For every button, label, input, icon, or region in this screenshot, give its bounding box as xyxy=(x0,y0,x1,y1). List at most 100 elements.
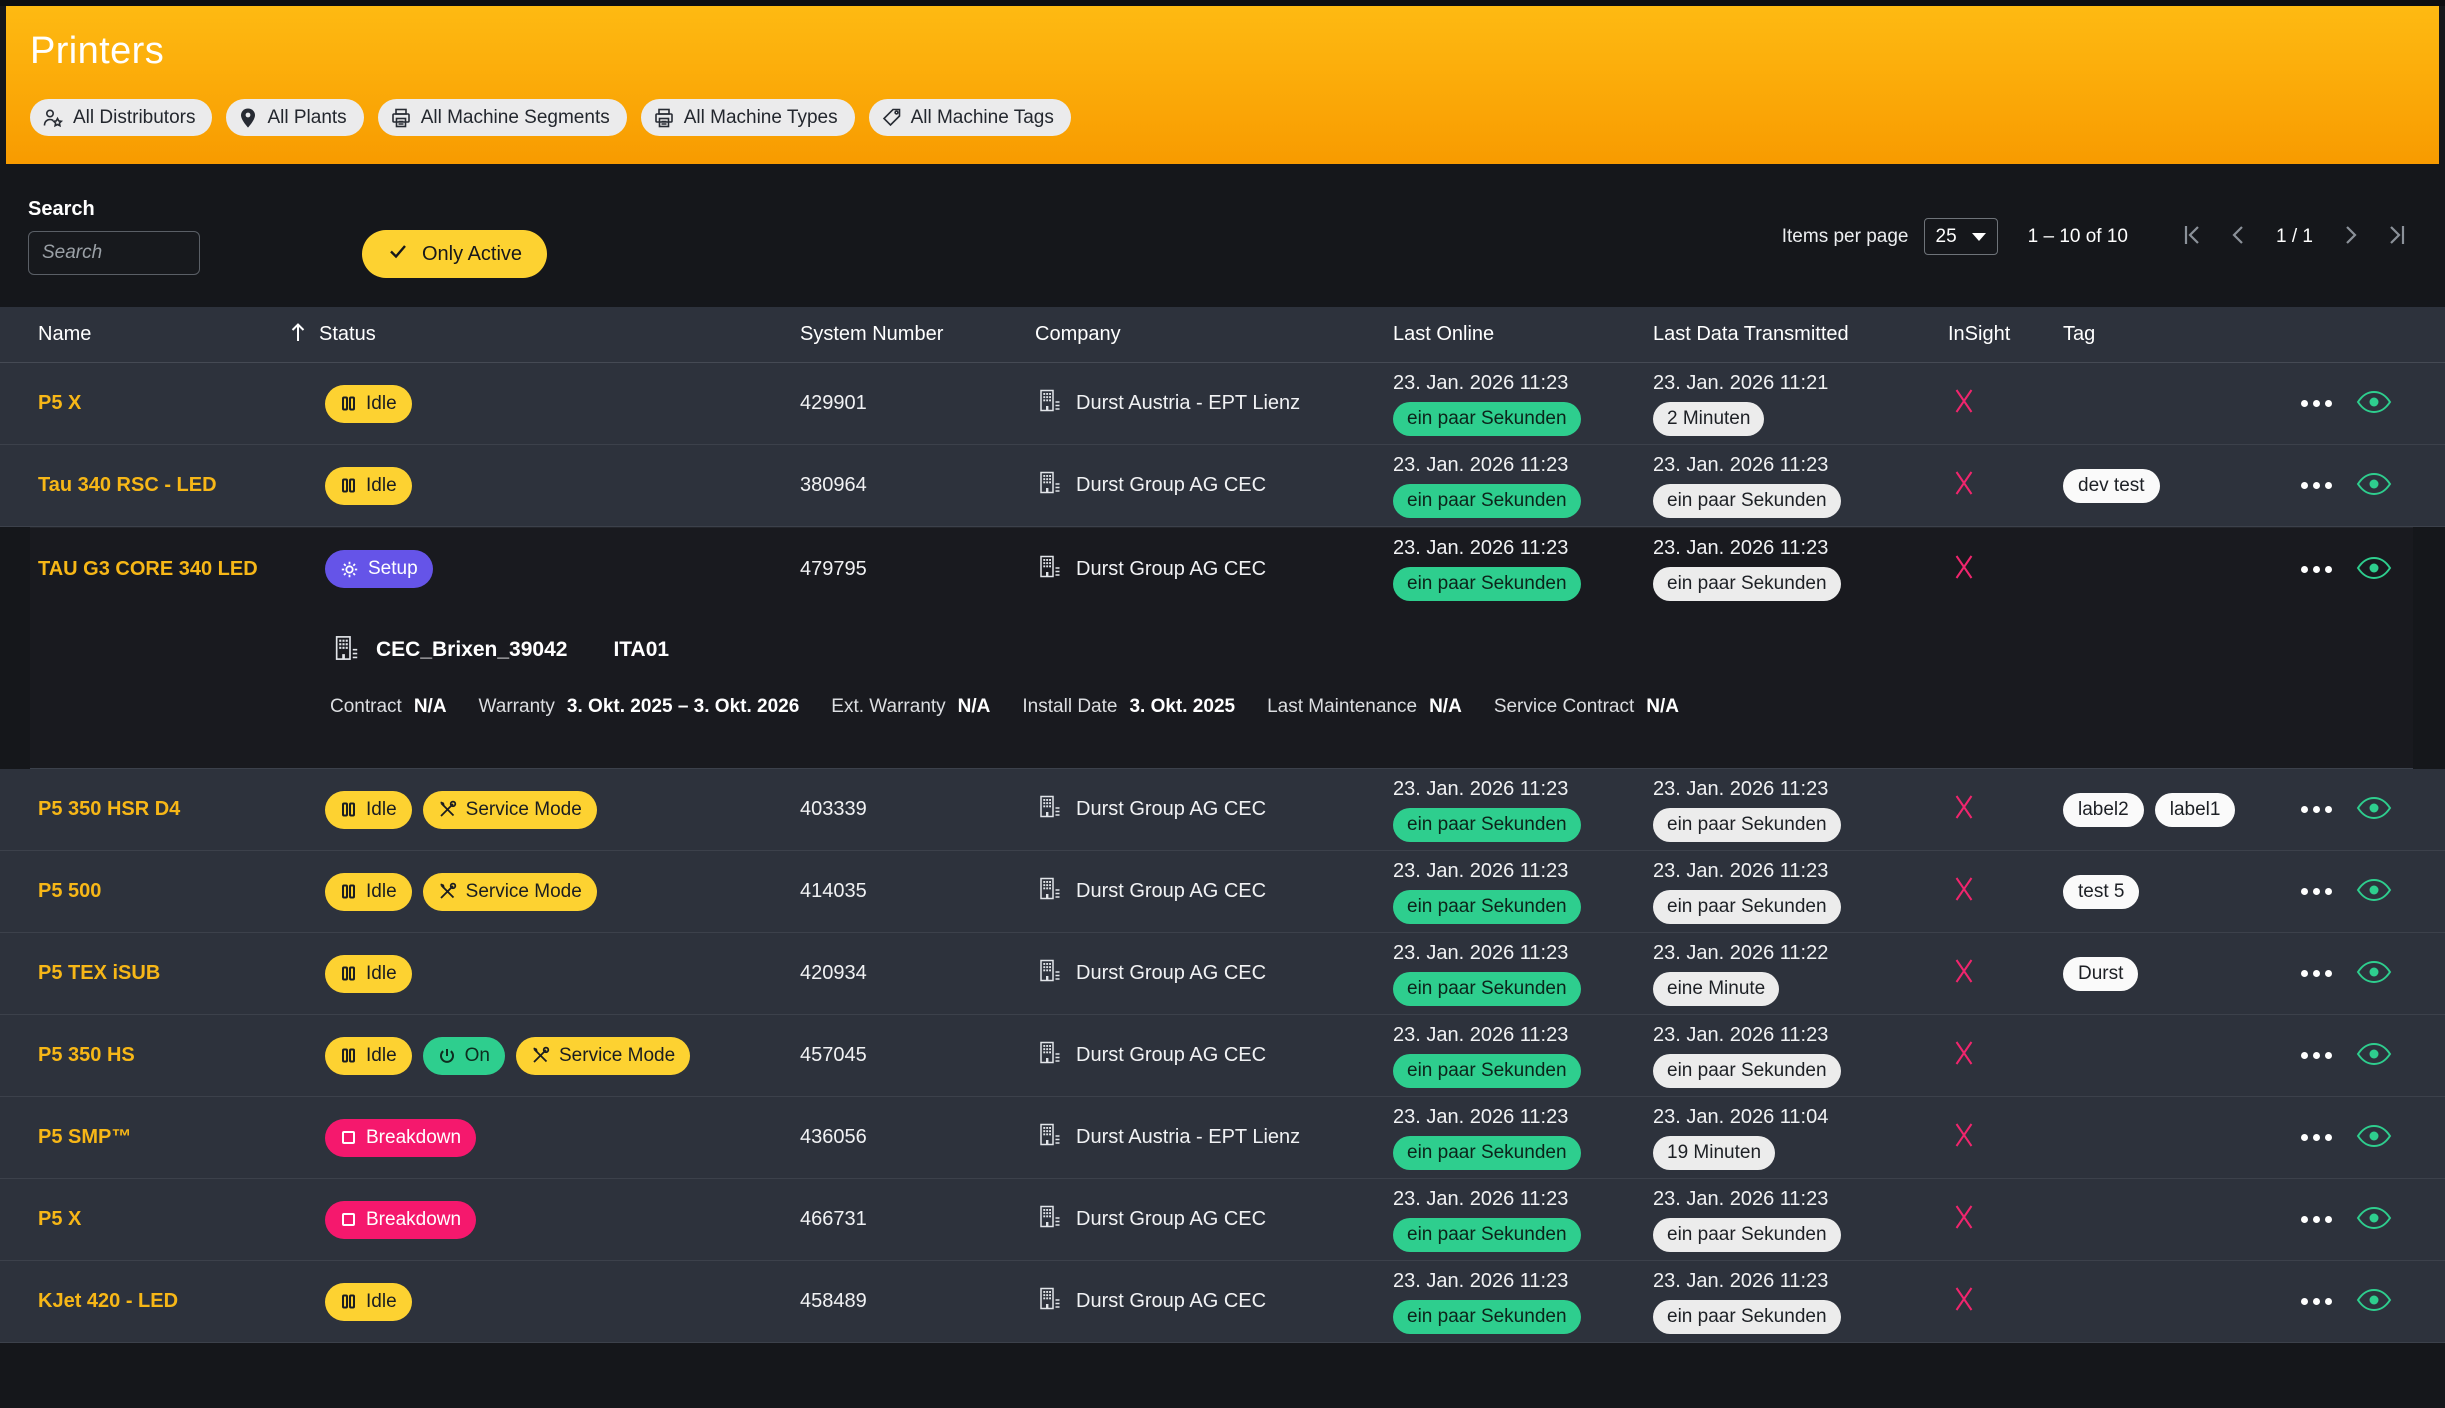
status-badge-idle[interactable]: Idle xyxy=(325,791,412,829)
tag-pill[interactable]: dev test xyxy=(2063,469,2160,503)
status-badge-setup[interactable]: Setup xyxy=(325,550,433,588)
view-details-button[interactable] xyxy=(2356,1124,2392,1151)
column-header-system-number[interactable]: System Number xyxy=(800,323,1035,346)
table-row[interactable]: P5 500 IdleService Mode 414035 Durst Gro… xyxy=(0,851,2445,933)
view-details-button[interactable] xyxy=(2356,472,2392,499)
tag-pill[interactable]: label2 xyxy=(2063,793,2144,827)
last-page-button[interactable] xyxy=(2377,220,2415,253)
system-number: 380964 xyxy=(800,474,1035,497)
printer-name[interactable]: TAU G3 CORE 340 LED xyxy=(38,558,288,581)
printer-name[interactable]: KJet 420 - LED xyxy=(38,1290,288,1313)
status-badge-idle[interactable]: Idle xyxy=(325,1037,412,1075)
table-row[interactable]: P5 350 HS IdleOnService Mode 457045 Durs… xyxy=(0,1015,2445,1097)
printer-name[interactable]: P5 500 xyxy=(38,880,288,903)
company-name: Durst Austria - EPT Lienz xyxy=(1076,392,1300,415)
previous-page-button[interactable] xyxy=(2220,220,2258,253)
company-cell: Durst Austria - EPT Lienz xyxy=(1035,387,1393,420)
printer-name[interactable]: P5 TEX iSUB xyxy=(38,962,288,985)
printer-name[interactable]: P5 X xyxy=(38,392,288,415)
first-page-button[interactable] xyxy=(2174,220,2212,253)
tag-pill[interactable]: Durst xyxy=(2063,957,2138,991)
status-badges: Idle xyxy=(288,1283,800,1321)
filter-all-machine-tags[interactable]: All Machine Tags xyxy=(869,99,1071,136)
more-options-button[interactable] xyxy=(2301,802,2332,817)
view-details-button[interactable] xyxy=(2356,390,2392,417)
printer-name[interactable]: P5 SMP™ xyxy=(38,1126,288,1149)
filter-all-machine-types[interactable]: All Machine Types xyxy=(641,99,855,136)
view-details-button[interactable] xyxy=(2356,1288,2392,1315)
printer-name[interactable]: P5 X xyxy=(38,1208,288,1231)
system-number: 458489 xyxy=(800,1290,1035,1313)
last-data-date: 23. Jan. 2026 11:23 xyxy=(1653,454,1828,477)
status-badge-idle[interactable]: Idle xyxy=(325,1283,412,1321)
table-row[interactable]: KJet 420 - LED Idle 458489 Durst Group A… xyxy=(0,1261,2445,1343)
view-details-button[interactable] xyxy=(2356,556,2392,583)
building-icon xyxy=(330,633,360,668)
view-details-button[interactable] xyxy=(2356,796,2392,823)
status-badge-idle[interactable]: Idle xyxy=(325,955,412,993)
row-actions xyxy=(2293,1124,2445,1151)
table-row[interactable]: P5 SMP™ Breakdown 436056 Durst Austria -… xyxy=(0,1097,2445,1179)
status-badge-idle[interactable]: Idle xyxy=(325,385,412,423)
column-header-last-data-transmitted[interactable]: Last Data Transmitted xyxy=(1653,323,1948,346)
status-badge-on[interactable]: On xyxy=(423,1037,505,1075)
column-header-insight[interactable]: InSight xyxy=(1948,323,2063,346)
printer-name[interactable]: P5 350 HSR D4 xyxy=(38,798,288,821)
column-header-last-online[interactable]: Last Online xyxy=(1393,323,1653,346)
filter-all-plants[interactable]: All Plants xyxy=(226,99,363,136)
more-options-button[interactable] xyxy=(2301,1212,2332,1227)
last-online-cell: 23. Jan. 2026 11:23 ein paar Sekunden xyxy=(1393,860,1653,924)
company-cell: Durst Group AG CEC xyxy=(1035,1203,1393,1236)
items-per-page-select[interactable]: 25 xyxy=(1924,218,1998,255)
more-options-button[interactable] xyxy=(2301,1048,2332,1063)
view-details-button[interactable] xyxy=(2356,878,2392,905)
status-badge-idle[interactable]: Idle xyxy=(325,467,412,505)
more-options-button[interactable] xyxy=(2301,1294,2332,1309)
stop-icon xyxy=(340,1129,357,1146)
view-details-button[interactable] xyxy=(2356,1042,2392,1069)
table-row[interactable]: TAU G3 CORE 340 LED Setup 479795 Durst G… xyxy=(30,530,2413,608)
pause-icon xyxy=(340,1293,357,1310)
more-options-button[interactable] xyxy=(2301,478,2332,493)
column-header-company[interactable]: Company xyxy=(1035,323,1393,346)
table-row[interactable]: P5 X Idle 429901 Durst Austria - EPT Lie… xyxy=(0,363,2445,445)
status-badge-breakdown[interactable]: Breakdown xyxy=(325,1201,476,1239)
only-active-toggle[interactable]: Only Active xyxy=(362,230,547,278)
table-row[interactable]: P5 X Breakdown 466731 Durst Group AG CEC… xyxy=(0,1179,2445,1261)
filter-all-distributors[interactable]: All Distributors xyxy=(30,99,212,136)
company-name: Durst Group AG CEC xyxy=(1076,558,1266,581)
last-data-cell: 23. Jan. 2026 11:21 2 Minuten xyxy=(1653,372,1948,436)
status-badge-service[interactable]: Service Mode xyxy=(423,873,597,911)
more-options-button[interactable] xyxy=(2301,396,2332,411)
search-input[interactable] xyxy=(28,231,200,275)
column-header-status[interactable]: Status xyxy=(288,321,800,349)
view-details-button[interactable] xyxy=(2356,960,2392,987)
company-cell: Durst Group AG CEC xyxy=(1035,1039,1393,1072)
more-options-button[interactable] xyxy=(2301,562,2332,577)
insight-cell xyxy=(1948,385,2063,422)
more-options-button[interactable] xyxy=(2301,966,2332,981)
table-row[interactable]: P5 TEX iSUB Idle 420934 Durst Group AG C… xyxy=(0,933,2445,1015)
printer-name[interactable]: Tau 340 RSC - LED xyxy=(38,474,288,497)
filter-all-machine-segments[interactable]: All Machine Segments xyxy=(378,99,627,136)
status-badge-breakdown[interactable]: Breakdown xyxy=(325,1119,476,1157)
building-icon xyxy=(1035,1203,1062,1236)
next-page-button[interactable] xyxy=(2331,220,2369,253)
last-online-date: 23. Jan. 2026 11:23 xyxy=(1393,537,1568,560)
more-options-button[interactable] xyxy=(2301,884,2332,899)
printer-name[interactable]: P5 350 HS xyxy=(38,1044,288,1067)
status-badge-service[interactable]: Service Mode xyxy=(516,1037,690,1075)
view-details-button[interactable] xyxy=(2356,1206,2392,1233)
column-header-tag[interactable]: Tag xyxy=(2063,323,2293,346)
status-badge-service[interactable]: Service Mode xyxy=(423,791,597,829)
last-data-date: 23. Jan. 2026 11:22 xyxy=(1653,942,1828,965)
last-data-ago: ein paar Sekunden xyxy=(1653,1218,1841,1252)
building-icon xyxy=(1035,957,1062,990)
table-row[interactable]: P5 350 HSR D4 IdleService Mode 403339 Du… xyxy=(0,769,2445,851)
column-header-name[interactable]: Name xyxy=(38,323,288,346)
tag-pill[interactable]: label1 xyxy=(2155,793,2236,827)
tag-pill[interactable]: test 5 xyxy=(2063,875,2139,909)
status-badge-idle[interactable]: Idle xyxy=(325,873,412,911)
table-row[interactable]: Tau 340 RSC - LED Idle 380964 Durst Grou… xyxy=(0,445,2445,527)
more-options-button[interactable] xyxy=(2301,1130,2332,1145)
